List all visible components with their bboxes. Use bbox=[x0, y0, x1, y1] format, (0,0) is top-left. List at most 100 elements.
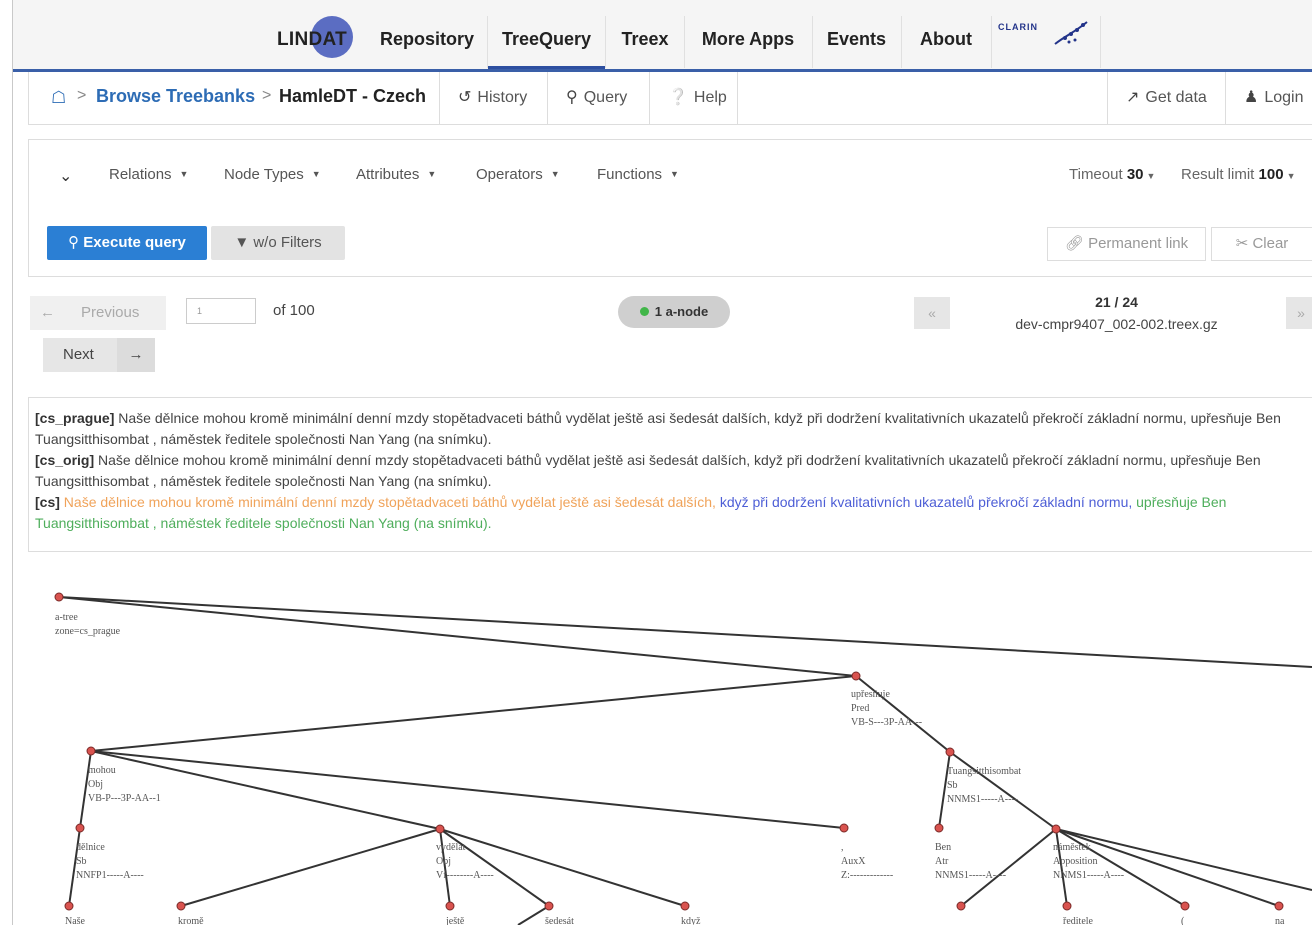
node-form: šedesát bbox=[545, 916, 574, 925]
tree-node[interactable] bbox=[1274, 901, 1284, 911]
tree-root-label: a-tree bbox=[55, 612, 78, 623]
menu-node-types[interactable]: Node Types ▼ bbox=[224, 166, 321, 183]
tree-node[interactable] bbox=[934, 823, 944, 833]
without-filters-label: w/o Filters bbox=[253, 234, 322, 251]
tree-node[interactable] bbox=[86, 746, 96, 756]
menu-relations[interactable]: Relations ▼ bbox=[109, 166, 188, 183]
node-form: na bbox=[1275, 916, 1285, 925]
tree-edge bbox=[1055, 828, 1068, 907]
nav-treex[interactable]: Treex bbox=[606, 0, 684, 69]
nav-treequery[interactable]: TreeQuery bbox=[488, 0, 605, 69]
get-data-button[interactable]: ↗ Get data bbox=[1107, 72, 1225, 124]
execute-query-label: Execute query bbox=[83, 234, 186, 251]
help-icon: ❔ bbox=[668, 89, 688, 106]
tab-query-label: Query bbox=[583, 89, 628, 106]
tree-node[interactable] bbox=[435, 824, 445, 834]
node-tag: NNMS1-----A---- bbox=[1053, 870, 1124, 881]
sentence-text: Naše dělnice mohou kromě minimální denní… bbox=[35, 452, 1261, 489]
tree-file-name: dev-cmpr9407_002-002.treex.gz bbox=[1015, 316, 1218, 332]
filter-icon: ▼ bbox=[234, 234, 254, 251]
tree-node[interactable] bbox=[680, 901, 690, 911]
login-button[interactable]: ♟ Login bbox=[1225, 72, 1312, 124]
tree-node[interactable] bbox=[445, 901, 455, 911]
node-form: kromě bbox=[178, 916, 204, 925]
user-icon: ♟ bbox=[1244, 89, 1259, 106]
tree-node[interactable] bbox=[64, 901, 74, 911]
menu-node-types-label: Node Types bbox=[224, 166, 304, 183]
sentence-part: Naše dělnice mohou kromě minimální denní… bbox=[63, 494, 716, 510]
menu-attributes-label: Attributes bbox=[356, 166, 420, 183]
status-dot-icon bbox=[639, 307, 649, 316]
page-number-input[interactable]: 1 bbox=[186, 298, 256, 324]
execute-query-button[interactable]: ⚲ Execute query bbox=[47, 226, 207, 260]
tree-edge bbox=[90, 675, 857, 752]
tree-edge bbox=[439, 828, 451, 907]
tree-edge bbox=[90, 750, 441, 830]
menu-functions[interactable]: Functions ▼ bbox=[597, 166, 679, 183]
timeout-value: 30 bbox=[1126, 166, 1144, 183]
clarin-logo-icon bbox=[1054, 21, 1088, 45]
menu-attributes[interactable]: Attributes ▼ bbox=[356, 166, 436, 183]
breadcrumb-browse-treebanks[interactable]: Browse Treebanks bbox=[96, 86, 255, 107]
nav-events[interactable]: Events bbox=[813, 0, 900, 69]
result-limit-select[interactable]: Result limit 100 ▼ bbox=[1181, 166, 1295, 183]
tree-edge bbox=[58, 596, 857, 677]
previous-label: Previous bbox=[81, 304, 140, 321]
next-tree-button[interactable]: » bbox=[1286, 297, 1312, 329]
breadcrumb-separator-icon: > bbox=[262, 87, 272, 104]
menu-functions-label: Functions bbox=[597, 166, 663, 183]
without-filters-button[interactable]: ▼ w/o Filters bbox=[211, 226, 345, 260]
tree-node[interactable] bbox=[851, 671, 861, 681]
node-afun: AuxX bbox=[841, 856, 866, 867]
previous-tree-button[interactable]: « bbox=[914, 297, 950, 329]
tree-node[interactable] bbox=[839, 823, 849, 833]
sentence-cs-prague: [cs_prague] Naše dělnice mohou kromě min… bbox=[29, 408, 1297, 450]
tree-node[interactable] bbox=[176, 901, 186, 911]
previous-button[interactable]: ← Previous bbox=[30, 296, 166, 330]
search-icon: ⚲ bbox=[68, 234, 84, 251]
node-count-badge: 1 a-node bbox=[618, 296, 730, 328]
tree-node[interactable] bbox=[75, 823, 85, 833]
caret-down-icon: ▼ bbox=[427, 169, 437, 179]
zone-label: [cs_orig] bbox=[35, 452, 95, 468]
nav-divider bbox=[991, 16, 992, 68]
tree-node[interactable] bbox=[1062, 901, 1072, 911]
scissors-icon: ✂︎ bbox=[1235, 235, 1253, 252]
tree-node[interactable] bbox=[1051, 824, 1061, 834]
lindat-logo-text: LINDAT bbox=[277, 29, 348, 50]
tab-help[interactable]: ❔ Help bbox=[649, 72, 737, 124]
tree-node[interactable] bbox=[1180, 901, 1190, 911]
clarin-logo-text[interactable]: CLARIN bbox=[998, 22, 1038, 32]
nav-about[interactable]: About bbox=[902, 0, 990, 69]
node-afun: Pred bbox=[851, 703, 869, 714]
node-afun: Obj bbox=[436, 856, 451, 867]
top-navigation: LINDAT Repository TreeQuery Treex More A… bbox=[13, 0, 1312, 72]
tab-history[interactable]: ↺ History bbox=[439, 72, 547, 124]
next-button[interactable]: Next → bbox=[43, 338, 155, 372]
result-limit-value: 100 bbox=[1258, 166, 1284, 183]
tree-node[interactable] bbox=[956, 901, 966, 911]
tab-query[interactable]: ⚲ Query bbox=[547, 72, 649, 124]
sentence-part: když při dodržení kvalitativních ukazate… bbox=[719, 494, 1133, 510]
tree-node-root[interactable] bbox=[54, 592, 64, 602]
menu-operators[interactable]: Operators ▼ bbox=[476, 166, 560, 183]
nav-repository[interactable]: Repository bbox=[361, 0, 493, 69]
collapse-chevron-icon[interactable]: ⌄ bbox=[59, 166, 72, 186]
history-icon: ↺ bbox=[458, 89, 472, 106]
node-tag: Z:------------- bbox=[841, 870, 893, 881]
tab-divider bbox=[737, 72, 738, 124]
clear-button[interactable]: ✂︎ Clear bbox=[1211, 227, 1312, 261]
node-tag: VB-P---3P-AA--1 bbox=[88, 793, 161, 804]
arrow-right-icon: → bbox=[117, 338, 155, 372]
node-tag: VB-S---3P-AA--- bbox=[851, 717, 922, 728]
home-icon[interactable]: ☖ bbox=[51, 88, 66, 108]
node-tag: NNMS1-----A---- bbox=[947, 794, 1018, 805]
tree-node[interactable] bbox=[945, 747, 955, 757]
double-chevron-right-icon: » bbox=[1297, 305, 1305, 321]
tree-node[interactable] bbox=[544, 901, 554, 911]
timeout-select[interactable]: Timeout 30 ▼ bbox=[1069, 166, 1155, 183]
nav-more-apps[interactable]: More Apps bbox=[685, 0, 811, 69]
arrow-left-icon: ← bbox=[40, 304, 55, 321]
dependency-tree[interactable]: a-tree zone=cs_prague upřesňuje Pred VB-… bbox=[13, 555, 1312, 925]
permanent-link-button[interactable]: 🔗︎ Permanent link bbox=[1047, 227, 1206, 261]
